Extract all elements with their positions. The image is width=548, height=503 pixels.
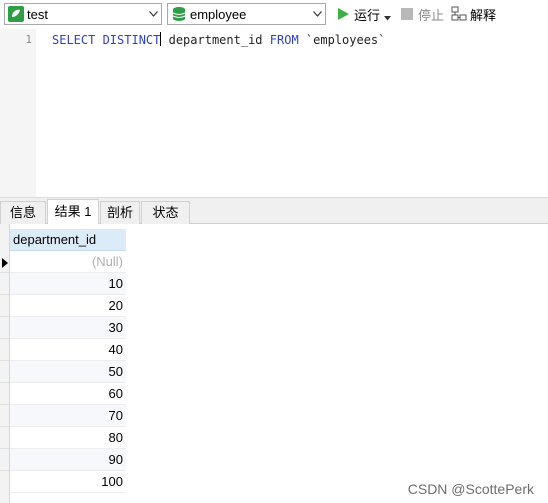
database-value: employee xyxy=(190,7,247,22)
row-separator xyxy=(0,404,10,405)
row-separator xyxy=(0,360,10,361)
tab-result-1[interactable]: 结果 1 xyxy=(47,199,99,224)
table-cell[interactable]: 30 xyxy=(10,317,126,339)
explain-label: 解释 xyxy=(470,7,497,23)
tab-status[interactable]: 状态 xyxy=(141,201,190,224)
stop-icon xyxy=(399,6,415,22)
sql-code[interactable]: SELECT DISTINCT department_id FROM `empl… xyxy=(52,32,385,48)
table-cell[interactable]: 40 xyxy=(10,339,126,361)
tab-info[interactable]: 信息 xyxy=(0,201,46,224)
table-cell[interactable]: 10 xyxy=(10,273,126,295)
stop-label: 停止 xyxy=(418,7,445,23)
current-row-icon xyxy=(2,256,8,271)
text-cursor xyxy=(160,32,162,46)
sql-column: department_id xyxy=(168,33,263,47)
row-separator xyxy=(0,294,10,295)
row-separator xyxy=(0,448,10,449)
sql-keyword: SELECT DISTINCT xyxy=(52,33,161,47)
toolbar: test employee 运行 停止 解释 xyxy=(0,0,548,29)
table-cell[interactable]: 80 xyxy=(10,427,126,449)
connection-icon xyxy=(8,6,24,22)
run-button[interactable]: 运行 xyxy=(335,5,380,23)
watermark: CSDN @ScottePerk xyxy=(407,481,534,497)
explain-icon xyxy=(451,6,467,22)
connection-select[interactable]: test xyxy=(4,3,162,25)
table-cell[interactable]: 20 xyxy=(10,295,126,317)
sql-editor[interactable]: 1 SELECT DISTINCT department_id FROM `em… xyxy=(0,29,548,197)
run-label: 运行 xyxy=(354,7,381,23)
row-separator xyxy=(0,426,10,427)
table-cell[interactable]: (Null) xyxy=(10,251,126,273)
stop-button[interactable]: 停止 xyxy=(399,5,444,23)
table-cell[interactable]: 90 xyxy=(10,449,126,471)
sql-table: `employees` xyxy=(305,33,386,47)
chevron-down-icon[interactable] xyxy=(145,4,161,24)
column-header-department-id[interactable]: department_id xyxy=(10,229,126,251)
result-grid[interactable]: department_id (Null) 10 20 30 40 50 60 7… xyxy=(0,224,548,503)
sql-keyword: FROM xyxy=(269,33,299,47)
row-separator xyxy=(0,382,10,383)
table-cell[interactable]: 100 xyxy=(10,471,126,493)
chevron-down-icon[interactable] xyxy=(309,4,325,24)
row-separator xyxy=(0,272,10,273)
line-gutter: 1 xyxy=(0,29,36,197)
connection-value: test xyxy=(27,7,48,22)
table-cell[interactable]: 60 xyxy=(10,383,126,405)
row-separator xyxy=(0,316,10,317)
database-select[interactable]: employee xyxy=(167,3,326,25)
table-cell[interactable]: 50 xyxy=(10,361,126,383)
result-tabs: 信息 结果 1 剖析 状态 xyxy=(0,198,548,224)
line-number: 1 xyxy=(25,33,32,46)
tab-profile[interactable]: 剖析 xyxy=(100,201,140,224)
row-separator xyxy=(0,338,10,339)
play-icon xyxy=(335,6,351,22)
database-icon xyxy=(171,6,187,22)
table-cell[interactable]: 70 xyxy=(10,405,126,427)
row-separator xyxy=(0,470,10,471)
explain-button[interactable]: 解释 xyxy=(451,5,496,23)
run-dropdown-icon[interactable] xyxy=(384,9,391,24)
